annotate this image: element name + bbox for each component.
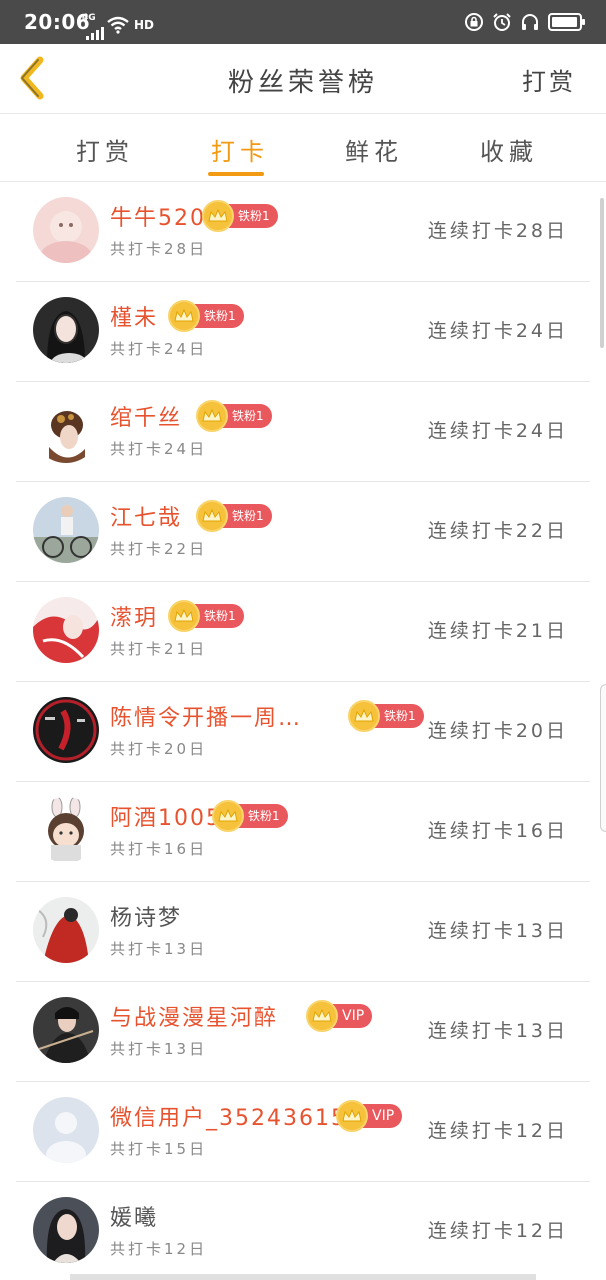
list-item[interactable]: 江七哉 铁粉1 共打卡22日 连续打卡22日 [0, 482, 606, 582]
crown-icon [168, 300, 200, 332]
rotation-lock-icon [465, 13, 483, 31]
crown-icon [168, 600, 200, 632]
streak-count: 连续打卡13日 [427, 1020, 568, 1042]
list-item[interactable]: 潆玥 铁粉1 共打卡21日 连续打卡21日 [0, 582, 606, 682]
avatar [33, 697, 99, 763]
total-checkins: 共打卡24日 [110, 440, 208, 458]
fan-badge: 铁粉1 [196, 500, 272, 532]
user-name: 江七哉 [110, 506, 183, 531]
user-name: 杨诗梦 [110, 906, 183, 931]
total-checkins: 共打卡24日 [110, 340, 208, 358]
user-name: 潆玥 [110, 606, 159, 631]
streak-count: 连续打卡28日 [427, 220, 568, 242]
wifi-icon [107, 16, 129, 34]
total-checkins: 共打卡12日 [110, 1240, 208, 1258]
total-checkins: 共打卡13日 [110, 940, 208, 958]
streak-count: 连续打卡22日 [427, 520, 568, 542]
crown-icon [196, 500, 228, 532]
avatar [33, 897, 99, 963]
headphones-icon [522, 14, 538, 30]
fan-badge: 铁粉1 [348, 700, 424, 732]
list-item[interactable]: 陈情令开播一周… 铁粉1 共打卡20日 连续打卡20日 [0, 682, 606, 782]
tab-checkin[interactable]: 打卡 [211, 132, 269, 167]
user-name: 牛牛520 [110, 206, 206, 231]
fan-badge: 铁粉1 [168, 600, 244, 632]
edge-handle[interactable] [600, 684, 606, 832]
fan-badge: 铁粉1 [202, 200, 278, 232]
avatar [33, 997, 99, 1063]
status-time: 20:06 [24, 10, 91, 34]
hd-label: HD [134, 18, 155, 32]
user-name: 阿酒1005 [110, 806, 222, 831]
list-item[interactable]: 与战漫漫星河醉 VIP 共打卡13日 连续打卡13日 [0, 982, 606, 1082]
streak-count: 连续打卡12日 [427, 1120, 568, 1142]
avatar [33, 1197, 99, 1263]
status-bar: 20:06 4G HD [0, 0, 606, 44]
fan-badge: 铁粉1 [168, 300, 244, 332]
list-item[interactable]: 阿酒1005 铁粉1 共打卡16日 连续打卡16日 [0, 782, 606, 882]
streak-count: 连续打卡20日 [427, 720, 568, 742]
avatar [33, 297, 99, 363]
vip-badge: VIP [306, 1000, 373, 1032]
avatar [33, 597, 99, 663]
streak-count: 连续打卡21日 [427, 620, 568, 642]
user-name: 微信用户_352436156 [110, 1106, 363, 1131]
avatar [33, 1097, 99, 1163]
streak-count: 连续打卡24日 [427, 320, 568, 342]
bottom-bar [70, 1274, 536, 1280]
total-checkins: 共打卡21日 [110, 640, 208, 658]
user-name: 绾千丝 [110, 406, 183, 431]
crown-icon [306, 1000, 338, 1032]
streak-count: 连续打卡16日 [427, 820, 568, 842]
list-item[interactable]: 绾千丝 铁粉1 共打卡24日 连续打卡24日 [0, 382, 606, 482]
list-item[interactable]: 杨诗梦 共打卡13日 连续打卡13日 [0, 882, 606, 982]
vip-badge: VIP [336, 1100, 403, 1132]
user-name: 媛曦 [110, 1206, 159, 1231]
list-item[interactable]: 槿未 铁粉1 共打卡24日 连续打卡24日 [0, 282, 606, 382]
total-checkins: 共打卡28日 [110, 240, 208, 258]
total-checkins: 共打卡20日 [110, 740, 208, 758]
avatar [33, 397, 99, 463]
header: 粉丝荣誉榜 打赏 [0, 44, 606, 114]
crown-icon [202, 200, 234, 232]
crown-icon [196, 400, 228, 432]
reward-button[interactable]: 打赏 [522, 62, 576, 97]
list-item[interactable]: 媛曦 共打卡12日 连续打卡12日 [0, 1182, 606, 1280]
fan-badge: 铁粉1 [196, 400, 272, 432]
total-checkins: 共打卡16日 [110, 840, 208, 858]
scrollbar[interactable] [600, 198, 604, 348]
active-tab-indicator [208, 172, 264, 176]
user-name: 槿未 [110, 306, 159, 331]
battery-level [552, 17, 577, 27]
total-checkins: 共打卡15日 [110, 1140, 208, 1158]
tab-flowers[interactable]: 鲜花 [345, 132, 403, 167]
list-item[interactable]: 牛牛520 铁粉1 共打卡28日 连续打卡28日 [0, 182, 606, 282]
list-item[interactable]: 微信用户_352436156 VIP 共打卡15日 连续打卡12日 [0, 1082, 606, 1182]
avatar [33, 797, 99, 863]
tab-favorites[interactable]: 收藏 [480, 132, 538, 167]
avatar [33, 197, 99, 263]
tab-bar: 打赏 打卡 鲜花 收藏 [0, 114, 606, 182]
alarm-icon [493, 13, 511, 31]
streak-count: 连续打卡24日 [427, 420, 568, 442]
avatar [33, 497, 99, 563]
user-name: 与战漫漫星河醉 [110, 1006, 279, 1031]
status-right-icons [464, 12, 585, 32]
total-checkins: 共打卡22日 [110, 540, 208, 558]
tab-reward[interactable]: 打赏 [76, 132, 134, 167]
user-name: 陈情令开播一周… [110, 706, 303, 731]
battery-icon [548, 13, 585, 31]
crown-icon [348, 700, 380, 732]
fan-badge: 铁粉1 [212, 800, 288, 832]
signal-icon [86, 22, 104, 40]
crown-icon [336, 1100, 368, 1132]
page-title: 粉丝荣誉榜 [227, 68, 378, 98]
crown-icon [212, 800, 244, 832]
streak-count: 连续打卡13日 [427, 920, 568, 942]
streak-count: 连续打卡12日 [427, 1220, 568, 1242]
total-checkins: 共打卡13日 [110, 1040, 208, 1058]
